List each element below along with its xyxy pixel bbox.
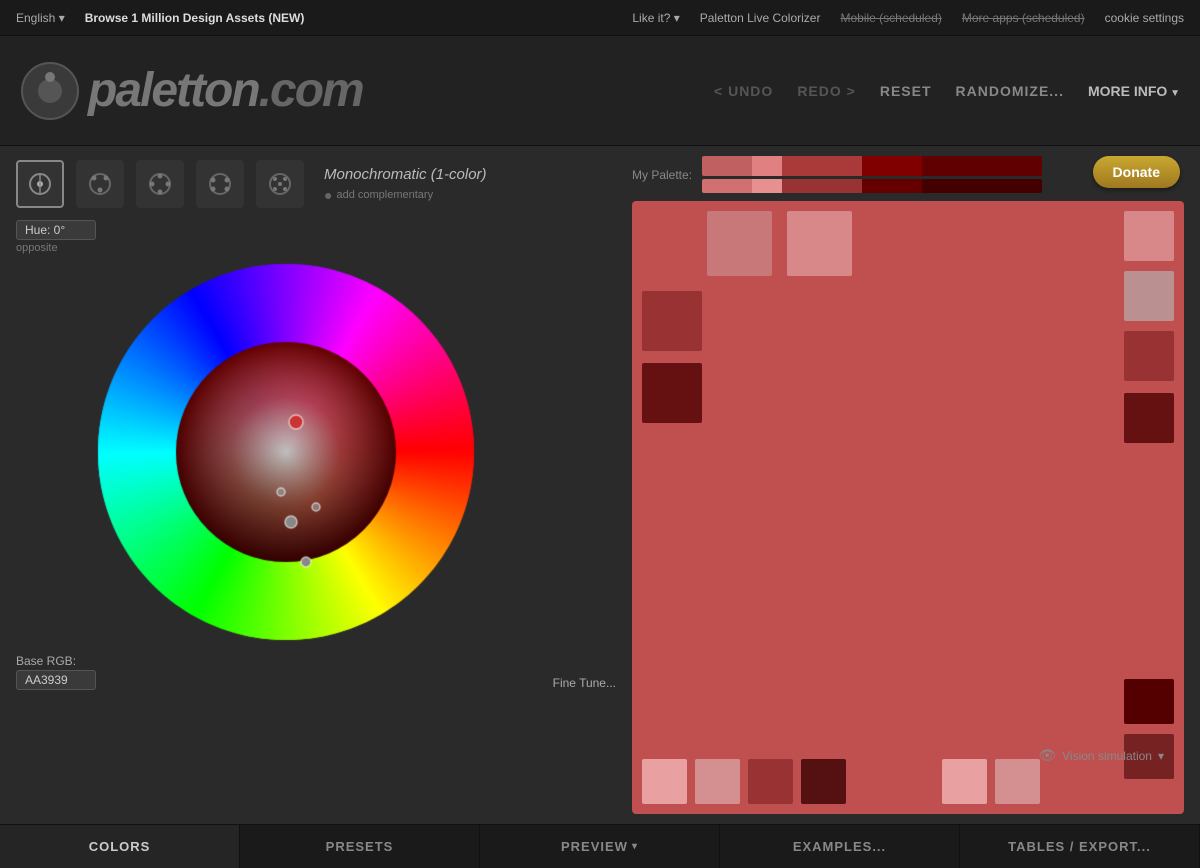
right-panel: My Palette: — [632, 156, 1184, 814]
swatch-bottom-6[interactable] — [995, 759, 1040, 804]
left-panel: Monochromatic (1-color) ● add complement… — [16, 156, 616, 814]
palette-strip-secondary — [702, 179, 1042, 193]
swatch-right-1[interactable] — [1124, 331, 1174, 381]
preview-arrow: ▾ — [632, 841, 638, 852]
likeit-btn[interactable]: Like it? ▾ — [632, 11, 679, 25]
palette-sec-3[interactable] — [782, 179, 862, 193]
palette-color-1[interactable] — [702, 156, 752, 176]
redo-button[interactable]: REDO > — [797, 83, 856, 99]
moreapps-link[interactable]: More apps (scheduled) — [962, 11, 1085, 25]
cookie-settings-link[interactable]: cookie settings — [1105, 11, 1184, 25]
mobile-link[interactable]: Mobile (scheduled) — [840, 11, 941, 25]
bottom-tabs: COLORS PRESETS PREVIEW ▾ EXAMPLES... TAB… — [0, 824, 1200, 868]
palette-strip — [702, 156, 1042, 176]
scheme-name-area: Monochromatic (1-color) ● add complement… — [324, 166, 487, 203]
donate-button[interactable]: Donate — [1093, 156, 1180, 188]
tab-preview[interactable]: PREVIEW ▾ — [480, 825, 720, 868]
colorizer-link[interactable]: Paletton Live Colorizer — [700, 11, 821, 25]
reset-button[interactable]: RESET — [880, 83, 932, 99]
scheme-name: Monochromatic (1-color) — [324, 166, 487, 183]
eye-icon: 👁 — [1038, 747, 1056, 764]
swatch-row2-right[interactable] — [1124, 271, 1174, 321]
swatch-lower-right-1[interactable] — [1124, 679, 1174, 724]
scheme-free-btn[interactable] — [256, 160, 304, 208]
swatch-top-right[interactable] — [1124, 211, 1174, 261]
vision-simulation-btn[interactable]: 👁 Vision simulation ▾ — [1038, 747, 1164, 764]
palette-color-2[interactable] — [752, 156, 782, 176]
swatch-bottom-3[interactable] — [748, 759, 793, 804]
swatch-left-1[interactable] — [642, 291, 702, 351]
browse-link[interactable]: Browse 1 Million Design Assets (NEW) — [85, 11, 305, 25]
color-wheel[interactable] — [96, 262, 476, 642]
palette-sec-4[interactable] — [862, 179, 922, 193]
swatch-bottom-4[interactable] — [801, 759, 846, 804]
swatch-left-2[interactable] — [642, 363, 702, 423]
scheme-adjacent-btn[interactable] — [76, 160, 124, 208]
scheme-tetradic-btn[interactable] — [196, 160, 244, 208]
palette-sec-1[interactable] — [702, 179, 752, 193]
bottom-left-info: Base RGB: AA3939 Fine Tune — [16, 650, 616, 694]
palette-color-5[interactable] — [922, 156, 1042, 176]
scheme-monochromatic-btn[interactable] — [16, 160, 64, 208]
header-actions: < UNDO REDO > RESET RANDOMIZE... MORE IN… — [714, 83, 1180, 99]
add-complementary-btn[interactable]: ● add complementary — [324, 187, 487, 203]
vision-sim-arrow: ▾ — [1158, 749, 1164, 763]
logo-text: paletton.com — [88, 63, 363, 118]
swatch-bottom-2[interactable] — [695, 759, 740, 804]
base-rgb-input[interactable]: AA3939 — [16, 670, 96, 690]
tab-tables[interactable]: TABLES / EXPORT... — [960, 825, 1200, 868]
swatch-bottom-1[interactable] — [642, 759, 687, 804]
swatch-bottom-5[interactable] — [942, 759, 987, 804]
more-info-button[interactable]: MORE INFO — [1088, 83, 1180, 99]
color-preview-area[interactable]: 👁 Vision simulation ▾ — [632, 201, 1184, 814]
header: paletton.com < UNDO REDO > RESET RANDOMI… — [0, 36, 1200, 146]
top-navigation: English ▾ Browse 1 Million Design Assets… — [0, 0, 1200, 36]
language-selector[interactable]: English ▾ — [16, 11, 65, 25]
color-wheel-container — [16, 262, 556, 642]
scheme-triadic-btn[interactable] — [136, 160, 184, 208]
fine-tune-button[interactable]: Fine Tune — [553, 676, 616, 690]
scheme-selector: Monochromatic (1-color) ● add complement… — [16, 156, 616, 212]
swatch-right-2[interactable] — [1124, 393, 1174, 443]
swatch-top-c2[interactable] — [787, 211, 852, 276]
palette-sec-5[interactable] — [922, 179, 1042, 193]
bottom-swatch-row — [642, 759, 1040, 804]
my-palette-label: My Palette: — [632, 168, 692, 182]
hue-info: Hue: 0° opposite — [16, 220, 616, 254]
swatch-top-c1[interactable] — [707, 211, 772, 276]
base-rgb-area: Base RGB: AA3939 — [16, 654, 96, 690]
hue-display: Hue: 0° — [16, 220, 96, 240]
palette-color-4[interactable] — [862, 156, 922, 176]
tab-examples[interactable]: EXAMPLES... — [720, 825, 960, 868]
palette-color-3[interactable] — [782, 156, 862, 176]
tab-colors[interactable]: COLORS — [0, 825, 240, 868]
palette-sec-2[interactable] — [752, 179, 782, 193]
opposite-label: opposite — [16, 242, 616, 254]
base-rgb-label: Base RGB: — [16, 654, 96, 668]
tab-presets[interactable]: PRESETS — [240, 825, 480, 868]
undo-button[interactable]: < UNDO — [714, 83, 773, 99]
logo: paletton.com — [20, 61, 363, 121]
randomize-button[interactable]: RANDOMIZE... — [956, 83, 1064, 99]
logo-icon — [20, 61, 80, 121]
main-area: Monochromatic (1-color) ● add complement… — [0, 146, 1200, 824]
